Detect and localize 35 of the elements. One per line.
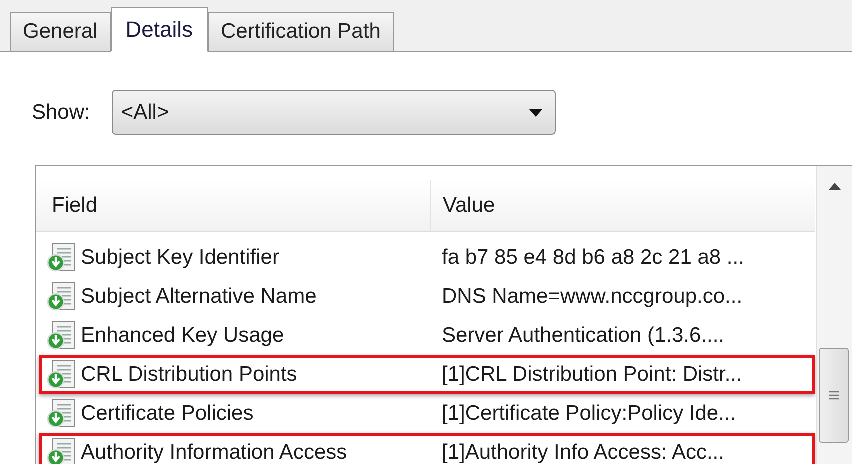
scroll-thumb[interactable] [819,348,849,443]
certificate-field-icon [47,320,77,350]
table-row[interactable]: Subject Alternative Name DNS Name=www.nccgroup.co... [39,277,815,316]
show-label: Show: [32,100,90,126]
field-name: Subject Alternative Name [81,284,317,310]
certificate-field-icon [47,282,77,312]
field-value: DNS Name=www.nccgroup.co... [441,284,743,310]
field-name: Enhanced Key Usage [81,322,284,349]
tab[interactable]: General [10,12,111,52]
table-row[interactable]: Authority Information Access [1]Authority Info Access: Acc... [39,433,815,464]
tab[interactable]: Details [110,7,208,52]
field-value: fa b7 85 e4 8d b6 a8 2c 21 a8 ... [441,244,744,271]
column-header[interactable]: Field [36,180,431,231]
certificate-field-icon [47,398,77,428]
dropdown-arrow-icon [529,108,544,116]
table-row[interactable]: Subject Key Identifier fa b7 85 e4 8d b6 a8 2c 21 a8 ... [39,238,815,277]
field-value: Server Authentication (1.3.6.... [441,322,724,349]
scroll-up-icon[interactable] [829,183,841,190]
scrollbar[interactable] [816,166,852,464]
field-name: CRL Distribution Points [81,362,298,388]
field-value: [1]CRL Distribution Point: Distr... [441,362,742,388]
field-name: Certificate Policies [81,400,254,427]
field-name: Authority Information Access [81,440,348,464]
table-row[interactable]: CRL Distribution Points [1]CRL Distribution Point: Distr... [39,355,815,394]
tab[interactable]: Certification Path [208,12,394,52]
grip-icon [829,391,839,400]
table-row[interactable]: Certificate Policies [1]Certificate Policy:Policy Ide... [39,394,815,433]
certificate-field-icon [47,360,77,390]
field-name: Subject Key Identifier [81,244,280,271]
certificate-field-icon [47,242,77,272]
show-dropdown[interactable]: <All> [112,90,556,135]
table-row[interactable]: Enhanced Key Usage Server Authentication (1.3.6.... [39,316,815,355]
field-value: [1]Certificate Policy:Policy Ide... [441,400,736,427]
field-value: [1]Authority Info Access: Acc... [441,440,724,464]
column-header[interactable]: Value [431,180,815,231]
